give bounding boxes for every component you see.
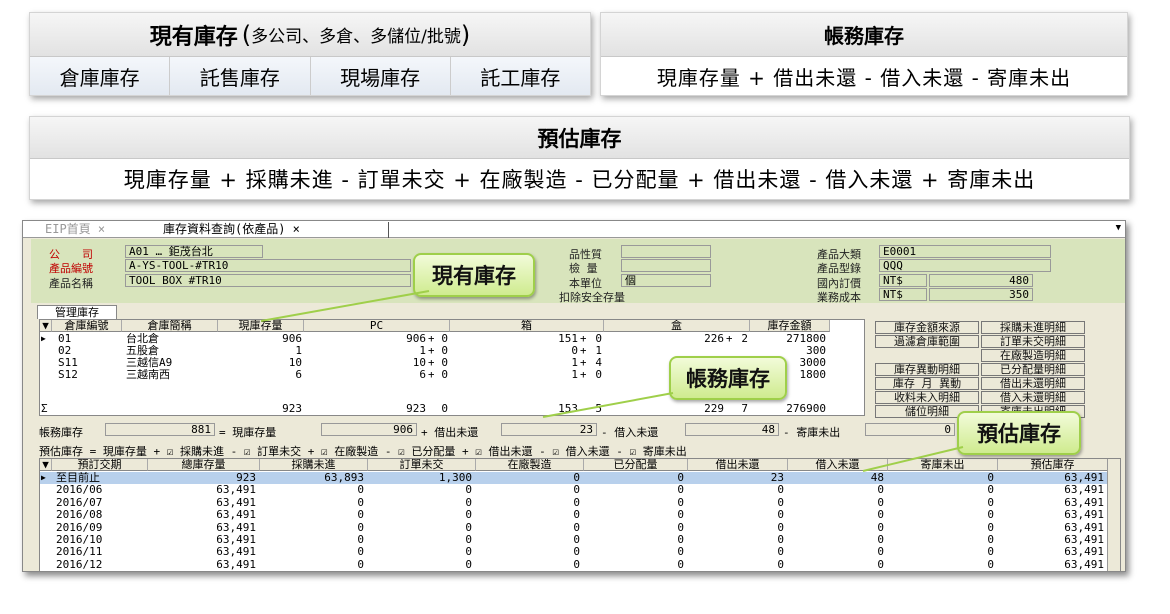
callout-pointers	[260, 290, 964, 472]
cell-onsite: 現場庫存	[310, 57, 451, 95]
current-stock-header: 現有庫存 ( 多公司、多倉、多儲位/批號 )	[30, 13, 590, 57]
pointer-current	[260, 290, 430, 322]
estimate-stock-card: 預估庫存 現庫存量 + 採購未進 - 訂單未交 + 在廠製造 - 已分配量 + …	[29, 116, 1130, 200]
current-stock-detail: 多公司、多倉、多儲位/批號	[251, 27, 461, 47]
paren-close: )	[460, 20, 471, 49]
pointer-account	[542, 392, 674, 418]
cell-outsourced: 託工庫存	[450, 57, 590, 95]
account-stock-card: 帳務庫存 現庫存量 + 借出未還 - 借入未還 - 寄庫未出	[600, 12, 1128, 96]
current-stock-card: 現有庫存 ( 多公司、多倉、多儲位/批號 ) 倉庫庫存 託售庫存 現場庫存 託工…	[29, 12, 591, 96]
estimate-stock-formula: 現庫存量 + 採購未進 - 訂單未交 + 在廠製造 - 已分配量 + 借出未還 …	[123, 168, 1036, 192]
estimate-stock-title: 預估庫存	[30, 117, 1129, 159]
current-stock-title: 現有庫存	[149, 24, 238, 50]
current-stock-cells: 倉庫庫存 託售庫存 現場庫存 託工庫存	[30, 57, 590, 95]
account-stock-formula: 現庫存量 + 借出未還 - 借入未還 - 寄庫未出	[656, 65, 1072, 90]
inventory-query-window: EIP首頁 × 庫存資料查詢(依產品) × ▼ 公 司 A01 … 鉅茂台北 產…	[22, 220, 1126, 572]
account-stock-title: 帳務庫存	[601, 13, 1127, 57]
paren-open: (	[241, 20, 252, 49]
cell-consignment: 託售庫存	[170, 57, 311, 95]
pointer-estimate	[862, 446, 964, 472]
cell-warehouse: 倉庫庫存	[30, 57, 171, 95]
